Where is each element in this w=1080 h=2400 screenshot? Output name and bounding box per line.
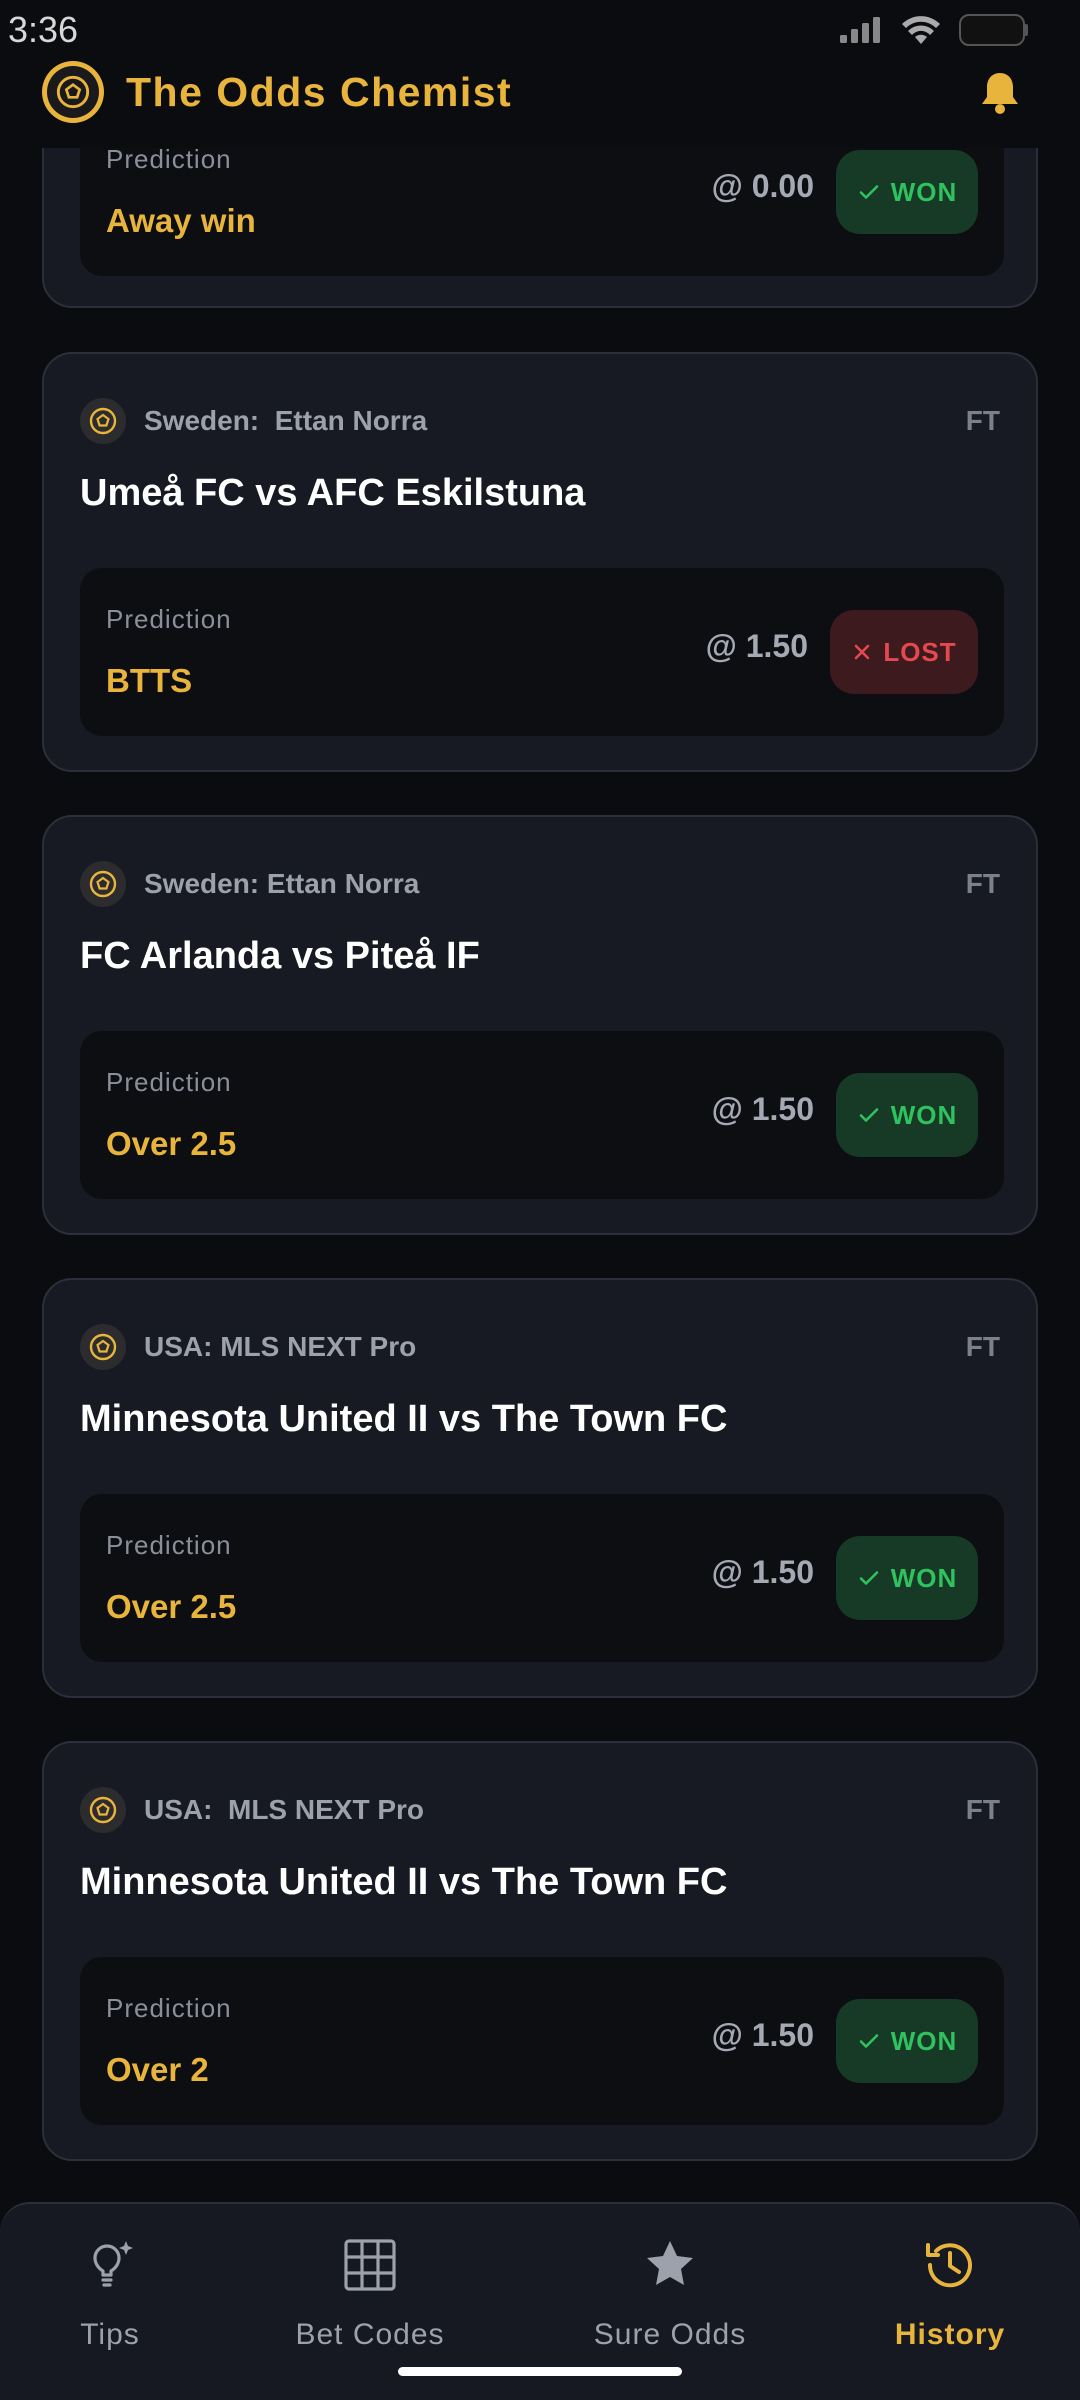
status-time: 3:36 xyxy=(8,9,79,50)
match-card[interactable]: USA: MLS NEXT Pro FT Minnesota United II… xyxy=(42,1278,1038,1698)
app-title: The Odds Chemist xyxy=(126,68,513,115)
history-feed[interactable]: Prediction Away win @ 0.00 WON Sweden: E… xyxy=(0,0,1080,2400)
status-icons xyxy=(838,13,1030,47)
prediction-value: BTTS xyxy=(106,662,193,699)
match-status: FT xyxy=(965,868,1000,899)
prediction-label: Prediction xyxy=(106,1993,232,2023)
soccer-ball-icon xyxy=(80,398,126,444)
result-label: WON xyxy=(890,176,958,207)
match-title: Minnesota United II vs The Town FC xyxy=(80,1861,728,1903)
match-card[interactable]: USA: MLS NEXT Pro FT Minnesota United II… xyxy=(42,1741,1038,2161)
league-name: USA: MLS NEXT Pro xyxy=(144,1331,417,1362)
soccer-ball-icon xyxy=(80,1324,126,1370)
prediction-box: Prediction BTTS @ 1.50 LOST xyxy=(80,568,1004,736)
result-badge: WON xyxy=(836,1999,978,2083)
prediction-label: Prediction xyxy=(106,1067,232,1097)
match-title: Minnesota United II vs The Town FC xyxy=(80,1398,728,1440)
check-icon xyxy=(859,2034,879,2048)
grid-icon xyxy=(344,2239,396,2291)
bottom-nav: Tips Bet Codes Sure Odds History xyxy=(0,2202,1080,2400)
odds-value: @ 0.00 xyxy=(711,168,814,204)
result-badge: WON xyxy=(836,1073,978,1157)
league-name: USA: MLS NEXT Pro xyxy=(144,1794,425,1825)
prediction-label: Prediction xyxy=(106,1530,232,1560)
nav-item-sure-odds[interactable]: Sure Odds xyxy=(570,2234,770,2374)
prediction-value: Over 2.5 xyxy=(106,1588,237,1625)
league-name: Sweden: Ettan Norra xyxy=(144,868,420,899)
check-icon xyxy=(859,1571,879,1585)
history-icon xyxy=(926,2243,972,2288)
card-header: USA: MLS NEXT Pro FT xyxy=(80,1787,1000,1833)
nav-item-history[interactable]: History xyxy=(850,2234,1050,2374)
app-logo-icon xyxy=(42,61,104,123)
odds-value: @ 1.50 xyxy=(705,628,808,664)
match-status: FT xyxy=(965,1331,1000,1362)
match-status: FT xyxy=(965,1794,1000,1825)
odds-value: @ 1.50 xyxy=(711,1554,814,1590)
prediction-label: Prediction xyxy=(106,604,232,634)
nav-label: Bet Codes xyxy=(295,2318,445,2351)
card-header: Sweden: Ettan Norra FT xyxy=(80,398,1000,444)
prediction-label: Prediction xyxy=(106,144,232,174)
nav-label: History xyxy=(894,2318,1006,2351)
nav-item-bet-codes[interactable]: Bet Codes xyxy=(270,2234,470,2374)
match-title: Umeå FC vs AFC Eskilstuna xyxy=(80,472,586,514)
match-card[interactable]: Sweden: Ettan Norra FT Umeå FC vs AFC Es… xyxy=(42,352,1038,772)
prediction-box: Prediction Over 2 @ 1.50 WON xyxy=(80,1957,1004,2125)
prediction-value: Over 2 xyxy=(106,2051,209,2088)
nav-item-tips[interactable]: Tips xyxy=(10,2234,210,2374)
prediction-box: Prediction Over 2.5 @ 1.50 WON xyxy=(80,1031,1004,1199)
star-icon xyxy=(647,2241,693,2285)
match-title: FC Arlanda vs Piteå IF xyxy=(80,935,480,977)
prediction-value: Over 2.5 xyxy=(106,1125,237,1162)
nav-label: Sure Odds xyxy=(593,2318,747,2351)
result-label: WON xyxy=(890,1562,958,1593)
result-badge: WON xyxy=(836,1536,978,1620)
close-icon xyxy=(855,644,870,660)
match-status: FT xyxy=(965,405,1000,436)
result-label: WON xyxy=(890,1099,958,1130)
result-label: LOST xyxy=(883,636,957,667)
signal-icon xyxy=(840,17,880,43)
card-header: USA: MLS NEXT Pro FT xyxy=(80,1324,1000,1370)
result-badge: WON xyxy=(836,150,978,234)
odds-value: @ 1.50 xyxy=(711,2017,814,2053)
bell-icon[interactable] xyxy=(980,69,1020,115)
check-icon xyxy=(859,1108,879,1122)
battery-icon xyxy=(959,14,1028,46)
match-card[interactable]: Sweden: Ettan Norra FT FC Arlanda vs Pit… xyxy=(42,815,1038,1235)
league-name: Sweden: Ettan Norra xyxy=(144,405,428,436)
check-icon xyxy=(859,185,879,199)
lightbulb-sparkle-icon xyxy=(93,2241,133,2287)
result-badge: LOST xyxy=(830,610,978,694)
odds-value: @ 1.50 xyxy=(711,1091,814,1127)
wifi-icon xyxy=(902,16,940,44)
status-bar: 3:36 xyxy=(0,0,1080,60)
soccer-ball-icon xyxy=(80,1787,126,1833)
nav-label: Tips xyxy=(80,2318,140,2351)
result-label: WON xyxy=(890,2025,958,2056)
prediction-box: Prediction Over 2.5 @ 1.50 WON xyxy=(80,1494,1004,1662)
home-indicator[interactable] xyxy=(398,2367,682,2376)
prediction-value: Away win xyxy=(106,202,256,239)
soccer-ball-icon xyxy=(80,861,126,907)
card-header: Sweden: Ettan Norra FT xyxy=(80,861,1000,907)
